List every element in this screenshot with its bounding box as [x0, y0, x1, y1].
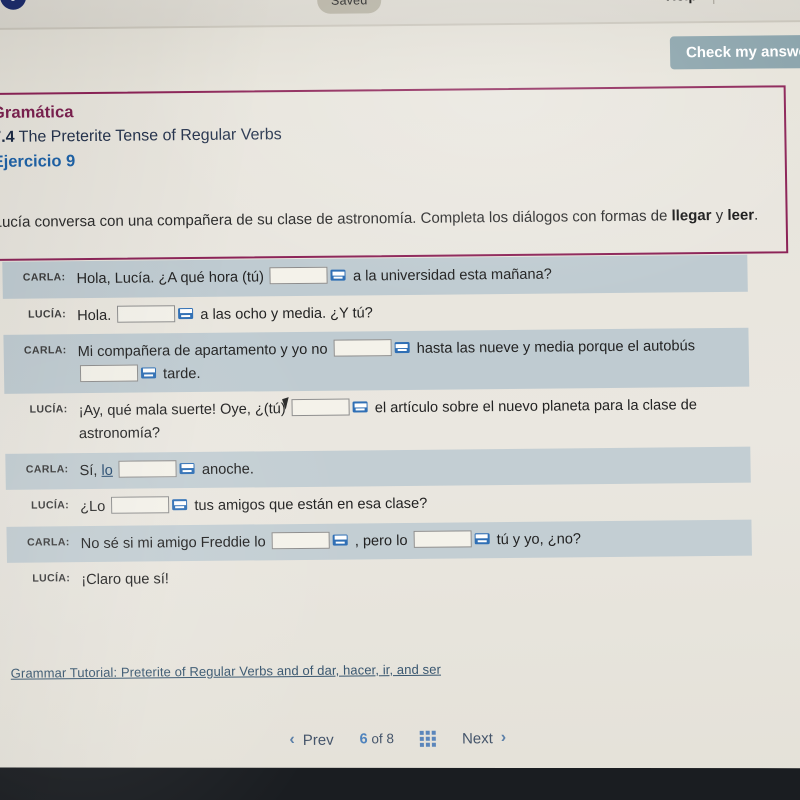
keyboard-icon[interactable]	[140, 367, 157, 379]
dialog-text: ¡Claro que sí!	[81, 571, 170, 589]
grammar-tutorial-link[interactable]: Grammar Tutorial: Preterite of Regular V…	[11, 662, 441, 681]
grid-cell	[419, 730, 424, 735]
answer-input[interactable]	[413, 530, 472, 548]
dialog-hint-link[interactable]: lo	[101, 462, 113, 478]
help-link[interactable]: Help	[666, 0, 714, 4]
keyboard-icon[interactable]	[474, 533, 490, 545]
grid-view-icon[interactable]	[419, 730, 437, 747]
grid-cell	[425, 730, 430, 735]
answer-input[interactable]	[79, 364, 139, 382]
screen-bottom-edge	[0, 767, 800, 800]
grid-cell	[425, 736, 431, 741]
speaker-label: LUCÍA:	[31, 499, 70, 512]
check-my-answers-button[interactable]: Check my answers	[669, 34, 800, 70]
dialog-row: LUCÍA: ¡Ay, qué mala suerte! Oye, ¿(tú) e…	[0, 386, 800, 453]
dialog-text: Mi compañera de apartamento y yo no	[77, 341, 328, 361]
top-bar-divider	[713, 0, 715, 5]
section-label: Gramática	[0, 103, 74, 122]
speaker-label: CARLA:	[22, 271, 66, 284]
keyboard-icon[interactable]	[352, 401, 368, 413]
keyboard-icon[interactable]	[172, 499, 188, 511]
answer-input[interactable]	[271, 531, 330, 550]
dialog-text: anoche.	[201, 461, 255, 478]
grid-cell	[431, 730, 436, 735]
keyboard-icon[interactable]	[394, 342, 410, 354]
instructions-period: .	[753, 206, 759, 224]
keyboard-icon[interactable]	[179, 462, 195, 474]
dialog-line: No sé si mi amigo Freddie lo , pero lo t…	[81, 526, 800, 556]
answer-input[interactable]	[118, 459, 177, 478]
answer-input[interactable]	[333, 339, 392, 357]
answer-input[interactable]	[291, 398, 350, 417]
dialog-text: tus amigos que están en esa clase?	[194, 496, 428, 515]
speaker-label: CARLA:	[25, 462, 69, 476]
answer-input[interactable]	[111, 496, 170, 515]
info-icon[interactable]: i	[0, 0, 27, 10]
speaker-label: CARLA:	[23, 344, 67, 357]
instructions-part1: Lucía conversa con una compañera de su c…	[0, 207, 672, 231]
keyboard-icon[interactable]	[330, 269, 347, 281]
instructions-verb-llegar: llegar	[671, 207, 712, 225]
exercise-label: Ejercicio 9	[0, 152, 76, 171]
next-label: Next	[461, 729, 493, 747]
dialog-line: ¡Ay, qué mala suerte! Oye, ¿(tú) el artí…	[78, 393, 800, 445]
speaker-label: LUCÍA:	[28, 307, 67, 321]
instructions-conjunction: y	[711, 206, 728, 225]
instructions-text: Lucía conversa con una compañera de su c…	[0, 205, 774, 232]
speaker-label: LUCÍA:	[29, 403, 68, 417]
dialog-text: Sí,	[79, 462, 98, 479]
prev-label: Prev	[302, 731, 334, 749]
dialog-line: ¡Claro que sí!	[81, 562, 800, 592]
dialog-text: tarde.	[162, 365, 201, 383]
dialog-line: Mi compañera de apartamento y yo no hast…	[78, 334, 800, 386]
dialog-text: tú y yo, ¿no?	[496, 531, 582, 548]
grid-cell	[426, 742, 431, 747]
exercise-header-box: Gramática 7.4 The Preterite Tense of Reg…	[0, 85, 789, 262]
pagination-bar: ‹ Prev 6 of 8 Next ›	[0, 726, 798, 752]
answer-input[interactable]	[269, 266, 329, 285]
dialog-text: Hola.	[77, 307, 112, 324]
grid-cell	[431, 736, 437, 741]
keyboard-icon[interactable]	[332, 534, 348, 546]
instructions-verb-leer: leer	[727, 206, 755, 224]
dialog-text: , pero lo	[354, 532, 408, 550]
answer-input[interactable]	[117, 304, 176, 323]
dialog-line: Sí, lo anoche.	[79, 453, 800, 483]
dialog-list: CARLA: Hola, Lucía. ¿A qué hora (tú) a la…	[0, 254, 800, 600]
dialog-text: ¡Ay, qué mala suerte! Oye, ¿(tú)	[78, 401, 286, 420]
lesson-title: The Preterite Tense of Regular Verbs	[18, 126, 282, 146]
dialog-text: hasta las nueve y media porque el autobú…	[416, 338, 696, 358]
grid-cell	[432, 742, 437, 747]
lesson-number: 7.4	[0, 128, 15, 146]
grid-cell	[420, 742, 425, 747]
dialog-text: Hola, Lucía. ¿A qué hora (tú)	[76, 269, 265, 288]
save-and-exit-link[interactable]: Save & Exit	[729, 0, 800, 3]
dialog-line: Hola. a las ocho y media. ¿Y tú?	[77, 298, 800, 328]
dialog-text: No sé si mi amigo Freddie lo	[80, 534, 266, 552]
prev-button[interactable]: ‹ Prev	[289, 731, 333, 749]
speaker-label: LUCÍA:	[32, 572, 71, 586]
dialog-text: a la universidad esta mañana?	[352, 266, 552, 285]
speaker-label: CARLA:	[26, 536, 70, 549]
top-bar-actions: Help Save & Exit	[666, 0, 800, 5]
dialog-text: a las ocho y media. ¿Y tú?	[200, 304, 373, 323]
dialog-line: Hola, Lucía. ¿A qué hora (tú) a la unive…	[76, 261, 800, 291]
chevron-right-icon: ›	[500, 729, 507, 747]
keyboard-icon[interactable]	[178, 307, 194, 319]
of-label: of	[371, 731, 383, 747]
total-pages: 8	[386, 731, 395, 747]
current-page: 6	[359, 731, 368, 748]
dialog-row: CARLA: Mi compañera de apartamento y yo n…	[0, 327, 800, 394]
photo-of-screen: i Saved Help Save & Exit Check my answer…	[0, 0, 800, 800]
page-counter: 6 of 8	[359, 731, 394, 747]
dialog-text: ¿Lo	[80, 499, 106, 516]
saved-status-badge: Saved	[316, 0, 382, 14]
lesson-subtitle: 7.4 The Preterite Tense of Regular Verbs	[0, 121, 784, 147]
grid-cell	[419, 736, 425, 741]
dialog-row: LUCÍA: ¡Claro que sí!	[0, 555, 800, 600]
dialog-line: ¿Lo tus amigos que están en esa clase?	[80, 489, 800, 519]
chevron-left-icon: ‹	[289, 731, 295, 749]
next-button[interactable]: Next ›	[462, 729, 506, 747]
